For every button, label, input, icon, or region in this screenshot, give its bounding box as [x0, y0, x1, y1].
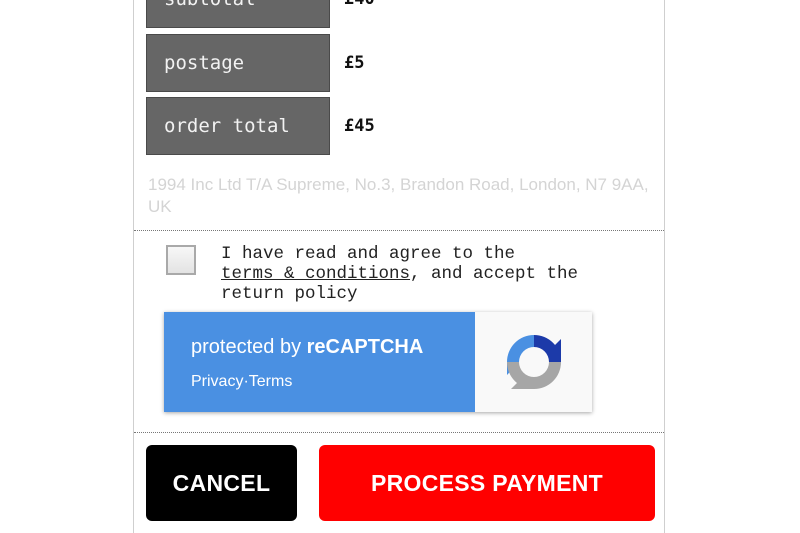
- cancel-button[interactable]: CANCEL: [146, 445, 297, 521]
- postage-label: postage: [146, 34, 330, 92]
- divider-top: [134, 230, 664, 231]
- checkout-panel: subtotal £40 postage £5 order total £45 …: [133, 0, 665, 533]
- recaptcha-brand: reCAPTCHA: [306, 336, 424, 358]
- recaptcha-badge: protected by reCAPTCHA Privacy·Terms: [164, 312, 592, 412]
- terms-checkbox[interactable]: [166, 245, 196, 275]
- recaptcha-privacy-link[interactable]: Privacy: [191, 373, 243, 390]
- summary-row-subtotal: subtotal £40: [146, 0, 375, 28]
- process-payment-button[interactable]: PROCESS PAYMENT: [319, 445, 655, 521]
- terms-text: I have read and agree to the terms & con…: [221, 244, 621, 304]
- terms-conditions-link[interactable]: terms & conditions: [221, 264, 410, 284]
- recaptcha-links: Privacy·Terms: [191, 373, 292, 391]
- order-total-value: £45: [344, 116, 375, 136]
- recaptcha-info: protected by reCAPTCHA Privacy·Terms: [164, 312, 475, 412]
- summary-row-order-total: order total £45: [146, 97, 375, 155]
- company-address: 1994 Inc Ltd T/A Supreme, No.3, Brandon …: [148, 175, 649, 216]
- recaptcha-protected-by: protected by: [191, 336, 302, 358]
- subtotal-label: subtotal: [146, 0, 330, 28]
- subtotal-value: £40: [344, 0, 375, 9]
- postage-value: £5: [344, 53, 365, 73]
- recaptcha-title: protected by reCAPTCHA: [191, 336, 423, 359]
- summary-row-postage: postage £5: [146, 34, 364, 92]
- recaptcha-logo-icon: [475, 312, 592, 412]
- order-total-label: order total: [146, 97, 330, 155]
- divider-bottom: [134, 432, 664, 433]
- terms-prefix: I have read and agree to the: [221, 244, 516, 264]
- recaptcha-terms-link[interactable]: Terms: [249, 373, 293, 390]
